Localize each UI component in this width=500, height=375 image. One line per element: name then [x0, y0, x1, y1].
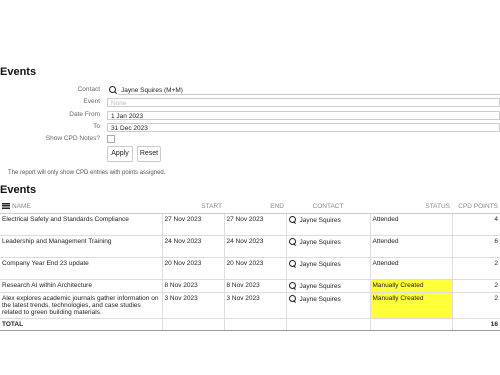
search-icon[interactable] — [109, 86, 116, 93]
col-name[interactable]: NAME — [0, 199, 162, 214]
show-cpd-label: Show CPD Notes? — [45, 135, 100, 142]
col-start[interactable]: START — [162, 199, 224, 214]
contact-cell[interactable]: Jayne Squires — [286, 257, 371, 280]
contact-cell[interactable]: Jayne Squires — [286, 213, 371, 236]
start-date: 20 Nov 2023 — [162, 257, 225, 280]
table-row[interactable]: Leadership and Management Training 24 Nov… — [0, 235, 500, 258]
contact-label: Contact — [77, 86, 100, 93]
contact-field[interactable]: Jayne Squires (M+M) — [118, 86, 500, 95]
end-date: 27 Nov 2023 — [224, 213, 287, 236]
reset-button[interactable]: Reset — [137, 146, 161, 162]
apply-button[interactable]: Apply — [107, 146, 133, 162]
status-cell: Attended — [370, 257, 453, 280]
table-row[interactable]: Company Year End 23 update 20 Nov 2023 20 … — [0, 257, 500, 280]
status-cell: Manually Created — [370, 279, 453, 293]
event-placeholder: None — [111, 100, 127, 107]
end-date: 24 Nov 2023 — [224, 235, 287, 258]
contact-name: Jayne Squires — [299, 296, 341, 303]
event-name: Leadership and Management Training — [0, 235, 163, 258]
date-from-label: Date From — [69, 111, 100, 118]
page-title: Events — [0, 66, 37, 78]
col-cpd-points[interactable]: CPD POINTS — [452, 199, 500, 214]
date-from-field[interactable]: 1 Jan 2023 — [107, 111, 500, 120]
menu-icon[interactable] — [2, 202, 10, 209]
search-icon[interactable] — [288, 295, 296, 302]
contact-name: Jayne Squires — [299, 239, 341, 246]
end-date: 8 Nov 2023 — [224, 279, 287, 293]
contact-cell[interactable]: Jayne Squires — [286, 279, 371, 293]
events-table: NAME START END CONTACT STATUS CPD POINTS… — [0, 199, 500, 331]
contact-name: Jayne Squires — [299, 283, 341, 290]
status-cell: Attended — [370, 213, 453, 236]
cpd-points: 2 — [452, 292, 500, 319]
col-status[interactable]: STATUS — [370, 199, 452, 214]
cpd-points: 2 — [452, 279, 500, 293]
event-name: Alex explores academic journals gather i… — [0, 292, 163, 319]
total-row: TOTAL 16 — [0, 318, 500, 331]
events-heading: Events — [0, 184, 37, 196]
show-cpd-checkbox[interactable] — [107, 135, 115, 143]
total-points: 16 — [452, 318, 500, 331]
event-name: Company Year End 23 update — [0, 257, 163, 280]
cpd-points: 6 — [452, 235, 500, 258]
start-date: 8 Nov 2023 — [162, 279, 225, 293]
search-icon[interactable] — [288, 216, 296, 223]
to-field[interactable]: 31 Dec 2023 — [107, 123, 500, 132]
cpd-points: 4 — [452, 213, 500, 236]
total-label: TOTAL — [0, 318, 163, 331]
start-date: 3 Nov 2023 — [162, 292, 225, 319]
start-date: 24 Nov 2023 — [162, 235, 225, 258]
report-note: The report will only show CPD entries wi… — [8, 170, 166, 176]
end-date: 20 Nov 2023 — [224, 257, 287, 280]
contact-name: Jayne Squires — [299, 217, 341, 224]
status-cell: Attended — [370, 235, 453, 258]
col-end[interactable]: END — [224, 199, 286, 214]
status-cell: Manually Created — [370, 292, 453, 319]
start-date: 27 Nov 2023 — [162, 213, 225, 236]
col-contact[interactable]: CONTACT — [286, 199, 370, 214]
event-label: Event — [83, 98, 100, 105]
table-row[interactable]: Research AI within Architecture 8 Nov 202… — [0, 279, 500, 293]
search-icon[interactable] — [288, 238, 296, 245]
contact-cell[interactable]: Jayne Squires — [286, 292, 371, 319]
end-date: 3 Nov 2023 — [224, 292, 287, 319]
contact-cell[interactable]: Jayne Squires — [286, 235, 371, 258]
contact-name: Jayne Squires — [299, 261, 341, 268]
table-row[interactable]: Alex explores academic journals gather i… — [0, 292, 500, 319]
cpd-points: 2 — [452, 257, 500, 280]
event-field[interactable]: None — [107, 98, 500, 107]
to-label: To — [93, 123, 100, 130]
event-name: Research AI within Architecture — [0, 279, 163, 293]
table-row[interactable]: Electrical Safety and Standards Complian… — [0, 213, 500, 236]
search-icon[interactable] — [288, 282, 296, 289]
event-name: Electrical Safety and Standards Complian… — [0, 213, 163, 236]
search-icon[interactable] — [288, 260, 296, 267]
